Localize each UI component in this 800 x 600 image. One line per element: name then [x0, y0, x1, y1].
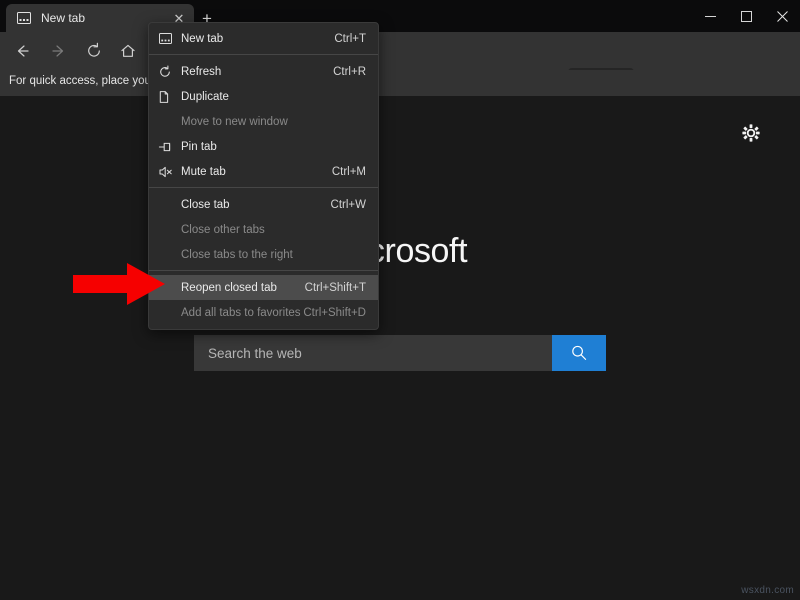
window-close-icon[interactable]	[764, 0, 800, 32]
search-submit-button[interactable]	[552, 335, 606, 371]
page-settings-gear-icon[interactable]	[738, 120, 764, 146]
menu-separator	[149, 270, 378, 271]
menu-item-accelerator: Ctrl+W	[331, 199, 366, 211]
menu-separator	[149, 187, 378, 188]
menu-item-label: Add all tabs to favorites	[181, 307, 303, 319]
menu-item-accelerator: Ctrl+R	[333, 66, 366, 78]
favorites-bar: For quick access, place your fav	[0, 70, 800, 96]
menu-item-label: Close other tabs	[181, 224, 366, 236]
menu-item-close-tab[interactable]: Close tab Ctrl+W	[149, 192, 378, 217]
navigation-toolbar: ···	[0, 32, 800, 70]
mute-icon	[149, 165, 181, 179]
new-tab-page-icon	[16, 10, 32, 26]
menu-item-label: Reopen closed tab	[181, 282, 305, 294]
maximize-icon[interactable]	[728, 0, 764, 32]
menu-item-mute-tab[interactable]: Mute tab Ctrl+M	[149, 159, 378, 184]
search-input[interactable]	[194, 335, 552, 371]
menu-item-label: Duplicate	[181, 91, 366, 103]
back-arrow-icon[interactable]	[10, 39, 34, 63]
menu-item-label: Move to new window	[181, 116, 366, 128]
pin-icon	[149, 140, 181, 154]
menu-item-label: Close tab	[181, 199, 331, 211]
menu-item-label: Close tabs to the right	[181, 249, 366, 261]
menu-item-label: Mute tab	[181, 166, 332, 178]
window-controls	[692, 0, 800, 32]
menu-item-refresh[interactable]: Refresh Ctrl+R	[149, 59, 378, 84]
refresh-icon	[149, 65, 181, 79]
menu-item-close-tabs-to-the-right: Close tabs to the right	[149, 242, 378, 267]
forward-arrow-icon[interactable]	[47, 39, 71, 63]
red-arrow-annotation	[70, 260, 170, 310]
menu-item-pin-tab[interactable]: Pin tab	[149, 134, 378, 159]
home-icon[interactable]	[116, 39, 140, 63]
refresh-icon[interactable]	[82, 39, 106, 63]
new-tab-icon	[149, 33, 181, 44]
tab-context-menu: New tab Ctrl+T Refresh Ctrl+R Duplicate	[148, 22, 379, 330]
menu-item-label: Refresh	[181, 66, 333, 78]
minimize-icon[interactable]	[692, 0, 728, 32]
menu-item-accelerator: Ctrl+T	[334, 33, 366, 45]
menu-item-accelerator: Ctrl+M	[332, 166, 366, 178]
menu-item-close-other-tabs: Close other tabs	[149, 217, 378, 242]
menu-item-move-to-new-window: Move to new window	[149, 109, 378, 134]
menu-item-accelerator: Ctrl+Shift+T	[305, 282, 366, 294]
menu-separator	[149, 54, 378, 55]
menu-item-label: New tab	[181, 33, 334, 45]
browser-window: New tab ✕ +	[0, 0, 800, 600]
menu-item-new-tab[interactable]: New tab Ctrl+T	[149, 26, 378, 51]
new-tab-page: Microsoft wsxdn.com	[0, 96, 800, 600]
search-box	[194, 335, 606, 371]
title-bar: New tab ✕ +	[0, 0, 800, 32]
duplicate-icon	[149, 90, 181, 104]
menu-item-duplicate[interactable]: Duplicate	[149, 84, 378, 109]
watermark: wsxdn.com	[741, 585, 794, 596]
menu-item-label: Pin tab	[181, 141, 366, 153]
menu-item-accelerator: Ctrl+Shift+D	[303, 307, 366, 319]
menu-item-add-all-tabs-to-favorites: Add all tabs to favorites Ctrl+Shift+D	[149, 300, 378, 325]
menu-item-reopen-closed-tab[interactable]: Reopen closed tab Ctrl+Shift+T	[149, 275, 378, 300]
